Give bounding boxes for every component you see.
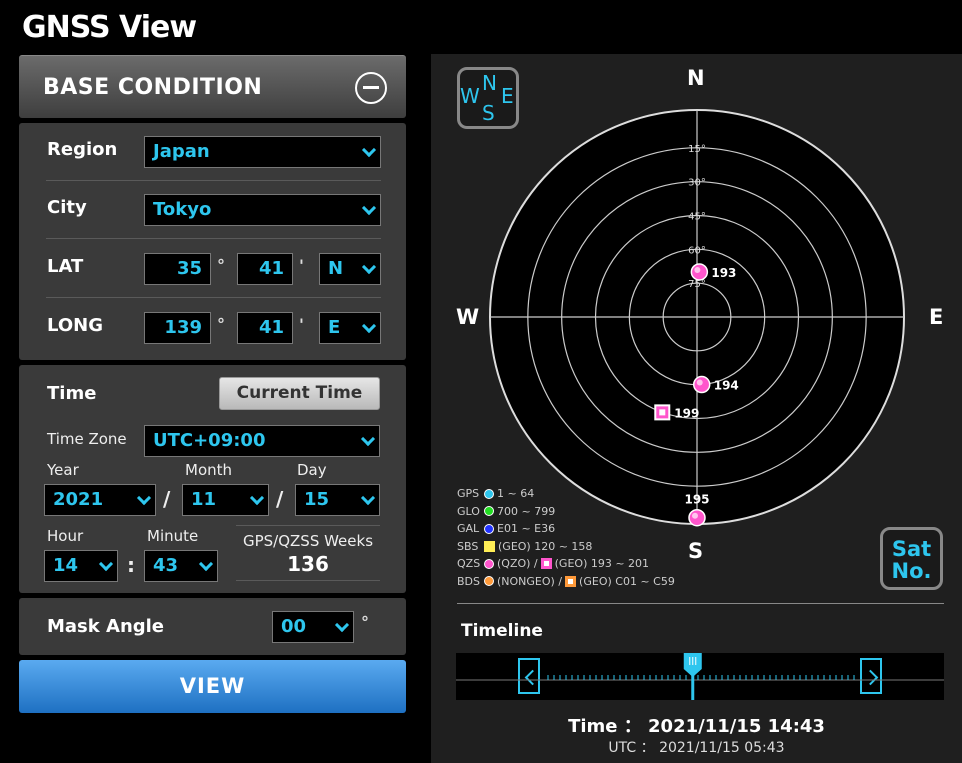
legend-square-icon xyxy=(484,540,495,552)
skyplot-chart: 15° 30° 45° 60° 75° 193 194 199 195 xyxy=(489,109,905,527)
elevation-tick-label: 15° xyxy=(688,144,706,155)
timeline-bar[interactable] xyxy=(456,653,944,700)
legend-dot-icon xyxy=(484,506,494,517)
legend-row-gps: GPS 1 ~ 64 xyxy=(457,485,675,503)
elevation-tick-label: 45° xyxy=(688,212,706,223)
legend-system: GAL xyxy=(457,522,480,536)
utc-value: 2021/11/15 05:43 xyxy=(659,740,785,756)
legend-system: GLO xyxy=(457,504,480,518)
legend-square-icon xyxy=(540,558,552,570)
satellite-label: 195 xyxy=(684,493,709,507)
satellite-193: 193 xyxy=(690,263,736,281)
legend-row-qzs: QZS (QZO) / (GEO) 193 ~ 201 xyxy=(457,555,675,573)
sat-no-toggle-button[interactable]: Sat No. xyxy=(880,527,943,590)
legend-text: E01 ~ E36 xyxy=(497,522,556,536)
elevation-tick-label: 75° xyxy=(688,279,706,290)
satellite-label: 193 xyxy=(711,266,736,280)
satellite-194: 194 xyxy=(692,375,739,394)
legend-text: (GEO) C01 ~ C59 xyxy=(579,574,675,588)
satellite-label: 194 xyxy=(714,379,739,393)
satellite-label: 199 xyxy=(674,406,699,420)
legend-system: QZS xyxy=(457,557,481,571)
legend-row-glo: GLO 700 ~ 799 xyxy=(457,503,675,521)
legend-text: 1 ~ 64 xyxy=(497,487,535,501)
legend-dot-icon xyxy=(484,576,494,587)
legend-square-icon xyxy=(565,575,577,587)
utc-time-display: UTC ： 2021/11/15 05:43 xyxy=(431,737,962,757)
legend-text: 700 ~ 799 xyxy=(497,504,556,518)
legend-dot-icon xyxy=(484,523,494,534)
legend-system: SBS xyxy=(457,539,479,553)
legend-text: (GEO) 120 ~ 158 xyxy=(498,539,593,553)
timeline-track xyxy=(456,653,944,700)
utc-label: UTC ： xyxy=(608,740,655,756)
satellite-marker-highlight xyxy=(696,379,703,386)
legend-dot-icon xyxy=(484,488,494,499)
satellite-legend: GPS 1 ~ 64 GLO 700 ~ 799 GAL E01 ~ E36 SBS (GEO… xyxy=(457,485,675,590)
legend-system: BDS xyxy=(457,574,480,588)
legend-row-bds: BDS (NONGEO) / (GEO) C01 ~ C59 xyxy=(457,573,675,591)
satellite-marker-inner xyxy=(659,409,666,416)
legend-text: (GEO) 193 ~ 201 xyxy=(554,557,650,571)
current-time-display: Time ： 2021/11/15 14:43 xyxy=(431,712,962,738)
satellite-marker-highlight xyxy=(694,266,701,273)
legend-text: (QZO) / xyxy=(497,557,538,571)
elevation-tick-label: 60° xyxy=(688,245,706,256)
divider xyxy=(457,603,944,604)
satellite-199: 199 xyxy=(654,404,699,421)
sat-no-line2: No. xyxy=(891,559,932,583)
time-display-label: Time ： xyxy=(568,716,642,737)
legend-text: (NONGEO) / xyxy=(497,574,563,588)
sat-no-line1: Sat xyxy=(891,537,932,561)
satellite-marker-highlight xyxy=(692,512,698,519)
elevation-tick-label: 30° xyxy=(688,178,706,189)
timeline-label: Timeline xyxy=(461,621,543,641)
legend-dot-icon xyxy=(484,558,494,569)
time-display-value: 2021/11/15 14:43 xyxy=(648,716,825,737)
legend-row-sbs: SBS (GEO) 120 ~ 158 xyxy=(457,538,675,556)
legend-system: GPS xyxy=(457,487,480,501)
legend-row-gal: GAL E01 ~ E36 xyxy=(457,520,675,538)
